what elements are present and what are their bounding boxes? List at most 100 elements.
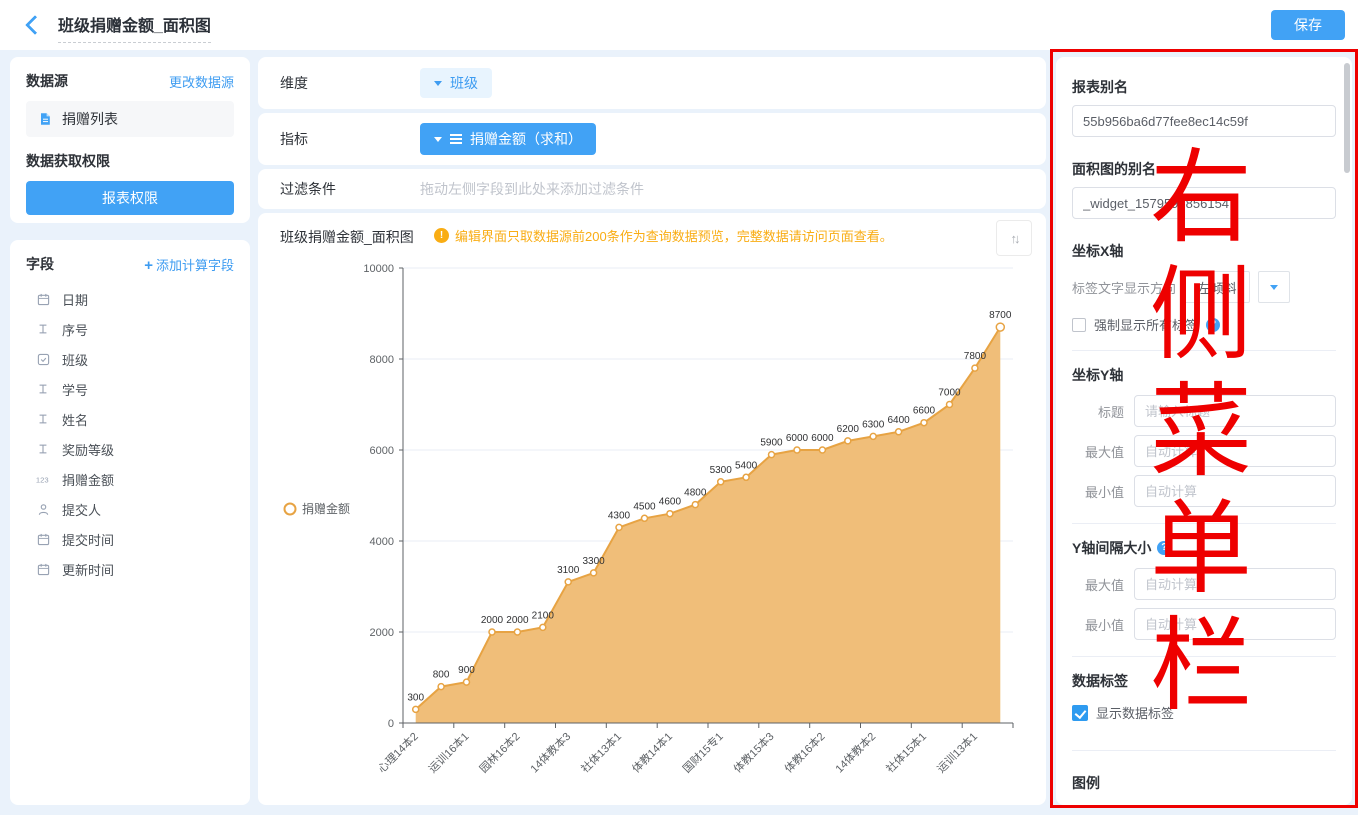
svg-text:体教16本2: 体教16本2 <box>781 729 827 775</box>
datalabel-title: 数据标签 <box>1072 671 1336 691</box>
svg-text:3100: 3100 <box>557 565 580 576</box>
text-icon <box>34 443 52 455</box>
person-icon <box>34 503 52 516</box>
field-label: 捐赠金额 <box>62 470 114 489</box>
page-title: 班级捐赠金额_面积图 <box>58 12 211 43</box>
field-label: 更新时间 <box>62 560 114 579</box>
field-item[interactable]: 奖励等级 <box>26 434 234 464</box>
label-direction-caret-button[interactable] <box>1258 271 1290 303</box>
label-direction-select[interactable]: 左倾斜 <box>1184 271 1250 303</box>
area-chart: 0200040006000800010000300800900200020002… <box>258 238 1046 803</box>
yaxis-max-input[interactable] <box>1134 435 1336 467</box>
svg-text:5900: 5900 <box>760 438 783 449</box>
svg-text:3300: 3300 <box>582 556 605 567</box>
fields-card: 字段 +添加计算字段 日期序号班级学号姓名奖励等级123捐赠金额提交人提交时间更… <box>10 240 250 805</box>
field-item[interactable]: 提交时间 <box>26 524 234 554</box>
number-icon: 123 <box>34 473 52 485</box>
yaxis-caption-input[interactable] <box>1134 395 1336 427</box>
interval-min-input[interactable] <box>1134 608 1336 640</box>
label-direction-label: 标签文字显示方向 <box>1072 278 1176 297</box>
plus-icon: + <box>144 257 153 274</box>
svg-text:7800: 7800 <box>964 351 987 362</box>
datasource-title: 数据源 <box>26 71 68 91</box>
interval-min-label: 最小值 <box>1072 615 1124 634</box>
svg-text:8700: 8700 <box>989 310 1012 321</box>
metric-row: 指标 捐赠金额（求和） <box>258 113 1046 165</box>
svg-text:800: 800 <box>433 670 450 681</box>
yaxis-interval-title: Y轴间隔大小 <box>1072 538 1151 558</box>
svg-text:捐赠金额: 捐赠金额 <box>302 501 350 516</box>
yaxis-title: 坐标Y轴 <box>1072 365 1336 385</box>
force-labels-label: 强制显示所有标签 <box>1094 315 1198 334</box>
field-item[interactable]: 提交人 <box>26 494 234 524</box>
svg-text:2000: 2000 <box>506 615 529 626</box>
field-item[interactable]: 123 捐赠金额 <box>26 464 234 494</box>
fields-list: 日期序号班级学号姓名奖励等级 123 捐赠金额提交人提交时间更新时间 <box>26 284 234 584</box>
save-button[interactable]: 保存 <box>1271 10 1345 40</box>
field-item[interactable]: 日期 <box>26 284 234 314</box>
svg-text:4300: 4300 <box>608 510 631 521</box>
datasource-card: 数据源 更改数据源 捐赠列表 数据获取权限 报表权限 <box>10 57 250 223</box>
datasource-table-item[interactable]: 捐赠列表 <box>26 101 234 137</box>
filter-row[interactable]: 过滤条件 拖动左侧字段到此处来添加过滤条件 <box>258 169 1046 209</box>
divider <box>1072 656 1336 657</box>
svg-text:园林16本2: 园林16本2 <box>476 729 522 775</box>
show-datalabel-checkbox[interactable] <box>1072 705 1088 721</box>
text-icon <box>34 323 52 335</box>
top-bar: 班级捐赠金额_面积图 保存 <box>0 0 1358 50</box>
add-calculated-field-link[interactable]: +添加计算字段 <box>144 255 234 274</box>
svg-text:国财15专1: 国财15专1 <box>680 729 726 775</box>
svg-text:0: 0 <box>388 718 394 730</box>
svg-text:体教14本1: 体教14本1 <box>629 729 675 775</box>
svg-text:运训16本1: 运训16本1 <box>425 729 471 775</box>
report-alias-input[interactable] <box>1072 105 1336 137</box>
panel-scrollbar[interactable] <box>1344 63 1350 173</box>
change-datasource-link[interactable]: 更改数据源 <box>169 72 234 91</box>
force-labels-checkbox[interactable] <box>1072 318 1086 332</box>
info-icon[interactable]: ? <box>1206 318 1220 332</box>
legend-section-title: 图例 <box>1072 773 1336 793</box>
yaxis-min-input[interactable] <box>1134 475 1336 507</box>
filter-placeholder: 拖动左侧字段到此处来添加过滤条件 <box>420 179 644 199</box>
metric-tag[interactable]: 捐赠金额（求和） <box>420 123 596 155</box>
select-icon <box>34 353 52 366</box>
field-label: 提交时间 <box>62 530 114 549</box>
yaxis-caption-label: 标题 <box>1072 402 1124 421</box>
dimension-tag[interactable]: 班级 <box>420 68 492 98</box>
field-label: 姓名 <box>62 410 88 429</box>
svg-text:4500: 4500 <box>633 501 656 512</box>
field-item[interactable]: 更新时间 <box>26 554 234 584</box>
calendar-icon <box>34 563 52 576</box>
divider <box>1072 750 1336 751</box>
svg-text:4800: 4800 <box>684 488 707 499</box>
svg-text:10000: 10000 <box>363 263 394 275</box>
data-access-title: 数据获取权限 <box>26 151 234 171</box>
calendar-icon <box>34 293 52 306</box>
show-datalabel-label: 显示数据标签 <box>1096 703 1174 722</box>
report-permission-button[interactable]: 报表权限 <box>26 181 234 215</box>
svg-text:2100: 2100 <box>532 610 555 621</box>
svg-text:6200: 6200 <box>837 424 860 435</box>
area-alias-input[interactable] <box>1072 187 1336 219</box>
report-alias-title: 报表别名 <box>1072 77 1336 97</box>
svg-text:6300: 6300 <box>862 419 885 430</box>
dimension-row: 维度 班级 <box>258 57 1046 109</box>
help-icon[interactable]: ? <box>1157 541 1171 555</box>
legend[interactable]: 捐赠金额 <box>285 501 351 516</box>
aggregate-icon <box>450 134 462 144</box>
dimension-label: 维度 <box>280 73 420 93</box>
field-item[interactable]: 学号 <box>26 374 234 404</box>
svg-text:900: 900 <box>458 665 475 676</box>
svg-text:7000: 7000 <box>938 388 961 399</box>
text-icon <box>34 413 52 425</box>
back-icon[interactable] <box>25 15 45 35</box>
interval-max-input[interactable] <box>1134 568 1336 600</box>
field-item[interactable]: 班级 <box>26 344 234 374</box>
field-item[interactable]: 姓名 <box>26 404 234 434</box>
xaxis-title: 坐标X轴 <box>1072 241 1336 261</box>
svg-text:社体13本1: 社体13本1 <box>578 729 624 775</box>
field-label: 提交人 <box>62 500 101 519</box>
field-item[interactable]: 序号 <box>26 314 234 344</box>
chevron-down-icon <box>434 137 442 142</box>
svg-text:心理14本2: 心理14本2 <box>375 729 421 775</box>
